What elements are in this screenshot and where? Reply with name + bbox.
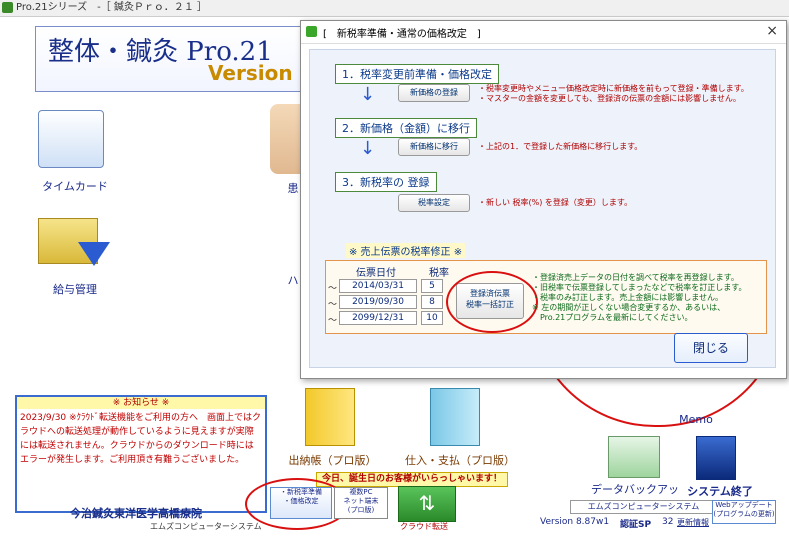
web-update-button[interactable]: Webアップデート (プログラムの更新) [712,500,776,524]
purchase-label: 仕入・支払（プロ版） [405,454,515,467]
payroll-tile[interactable] [38,212,110,268]
birthday-banner: 今日、誕生日のお客様がいらっしゃいます！ [316,472,508,487]
count-label: 32 [662,517,674,527]
notice-text: 2023/9/30 ※ｸﾗｳﾄﾞ転送機能をご利用の方へ 画面上ではクラウドへの転… [20,413,262,465]
system-exit-label: システム終了 [687,485,753,498]
close-button[interactable]: 閉じる [674,333,748,363]
migrate-new-price-button[interactable]: 新価格に移行 [398,138,470,156]
revision-note5: Pro.21プログラムを最新にしてください。 [540,313,693,322]
step1-note2: ・マスターの金額を変更しても、登録済の伝票の金額には影響しません。 [478,94,741,103]
revision-note4: ※ 左の期間が正しくない場合変更するか、あるいは、 [532,303,726,312]
update-info-link[interactable]: 更新情報 [677,517,709,528]
annotation-ellipse-bulk [446,271,538,333]
step2-heading: 2．新価格（金額）に移行 [335,118,477,138]
column-header-date: 伝票日付 [356,268,396,279]
cloud-transfer-label: クラウド転送 [400,522,448,531]
web-update-line1: Webアップデート [715,501,773,509]
backup-folder-icon[interactable] [608,436,660,478]
row2-rate-field[interactable]: 8 [421,295,443,309]
revision-note3: ・税率のみ訂正します。売上金額には影響しません。 [532,293,723,302]
step2-down-arrow-icon: ↓ [360,138,376,159]
row1-rate-field[interactable]: 5 [421,279,443,293]
revision-title: ※ 売上伝票の税率修正 ※ [346,243,466,258]
revision-note2: ・旧税率で伝票登録してしまったなどで税率を訂正します。 [532,283,747,292]
up-down-arrow-icon: ⇅ [418,491,436,515]
system-exit-icon[interactable] [696,436,736,480]
timecard-label: タイムカード [42,180,108,193]
dialog-body: 1．税率変更前準備・価格改定 ↓ 新価格の登録 ・税率変更時やメニュー価格改定時… [309,49,776,368]
multi-pc-button[interactable]: 複数PC ネット端末 (プロ版) [334,487,388,519]
step3-note: ・新しい 税率(%) を登録（変更）します。 [478,198,633,207]
cloud-transfer-button[interactable]: ⇅ [398,486,456,522]
app-banner: 整体・鍼灸 Pro.21 Version 8 [35,26,327,92]
column-header-rate: 税率 [429,268,449,279]
company-name-box: エムズコンピューターシステム [570,500,717,514]
tax-revision-dialog: [ 新税率準備・通常の価格改定 ] × 1．税率変更前準備・価格改定 ↓ 新価格… [300,20,787,379]
row3-date-field[interactable]: 2099/12/31 [339,311,417,325]
step1-heading: 1．税率変更前準備・価格改定 [335,64,499,84]
version-label: Version 8.87w1 [540,517,610,527]
web-update-line2: (プログラムの更新) [713,510,775,518]
dialog-title-bar: [ 新税率準備・通常の価格改定 ] × [301,21,786,44]
row2-date-field[interactable]: 2019/09/30 [339,295,417,309]
row3-rate-field[interactable]: 10 [421,311,443,325]
clinic-name: 今治鍼灸東洋医学高橋療院 [70,507,202,520]
patient-illustration-icon[interactable] [270,104,300,174]
close-icon[interactable]: × [766,23,778,39]
step1-down-arrow-icon: ↓ [360,84,376,105]
patient-label-partial: 患 [287,182,299,195]
notice-header: ※ お知らせ ※ [17,397,265,409]
down-arrow-icon [78,242,110,266]
row2-tilde: ～ [328,300,338,310]
memo-label[interactable]: Memo [676,413,716,426]
notice-box: ※ お知らせ ※ 2023/9/30 ※ｸﾗｳﾄﾞ転送機能をご利用の方へ 画面上… [15,395,267,513]
main-title-bar: Pro.21シリーズ -［ 鍼灸Ｐｒｏ．２１ ］ [0,0,789,17]
pc-btn-line1: 複数PC [349,488,373,496]
row1-date-field[interactable]: 2014/03/31 [339,279,417,293]
cashbook-binder-icon[interactable] [305,388,355,446]
ha-label-partial: ハ [287,274,299,287]
row3-tilde: ～ [328,316,338,326]
row1-tilde: ～ [328,284,338,294]
cashbook-label: 出納帳（プロ版） [288,454,377,467]
step2-note: ・上記の1．で登録した新価格に移行します。 [478,142,643,151]
app-icon [2,2,13,13]
company-small-label: エムズコンピューターシステム [150,522,262,531]
app-version-label: Version 8 [208,61,314,85]
revision-note1: ・登録済売上データの日付を調べて税率を再登録します。 [532,273,739,282]
dialog-title: [ 新税率準備・通常の価格改定 ] [323,29,481,40]
timecard-tile[interactable] [38,110,108,168]
payroll-label: 給与管理 [53,283,97,296]
calendar-icon [38,110,104,168]
ninsho-label: 認証SP [620,520,652,530]
step1-note1: ・税率変更時やメニュー価格改定時に新価格を前もって登録・準備します。 [478,84,749,93]
window-title: Pro.21シリーズ -［ 鍼灸Ｐｒｏ．２１ ］ [16,2,208,13]
step3-heading: 3．新税率の 登録 [335,172,437,192]
sales-tax-revision-section: ※ 売上伝票の税率修正 ※ 伝票日付 税率 ～ 2014/03/31 5 ～ 2… [325,243,767,334]
tax-rate-settings-button[interactable]: 税率設定 [398,194,470,212]
purchase-binder-icon[interactable] [430,388,480,446]
pc-btn-line3: (プロ版) [347,506,375,514]
pc-btn-line2: ネット端末 [343,497,379,505]
dialog-app-icon [306,26,317,37]
register-new-price-button[interactable]: 新価格の登録 [398,84,470,102]
